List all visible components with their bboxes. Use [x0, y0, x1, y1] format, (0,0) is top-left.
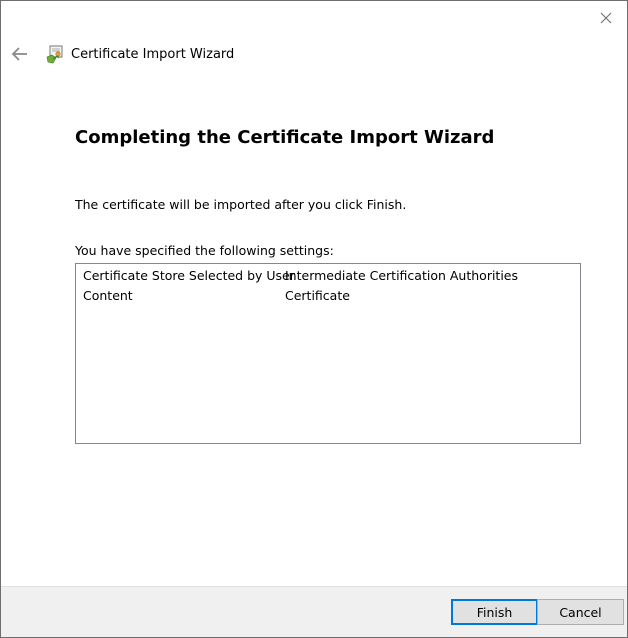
- settings-value: Certificate: [285, 288, 350, 303]
- back-button[interactable]: [7, 41, 33, 67]
- back-arrow-icon: [11, 47, 27, 61]
- settings-key: Certificate Store Selected by User: [83, 268, 295, 283]
- certificate-import-wizard-window: Certificate Import Wizard Completing the…: [0, 0, 628, 638]
- footer-bar: Finish Cancel: [1, 586, 627, 637]
- window-title: Certificate Import Wizard: [71, 47, 235, 62]
- cancel-button[interactable]: Cancel: [537, 599, 624, 625]
- finish-button[interactable]: Finish: [451, 599, 538, 625]
- settings-key: Content: [83, 288, 133, 303]
- close-icon: [600, 12, 612, 24]
- settings-list[interactable]: Certificate Store Selected by User Inter…: [75, 263, 581, 444]
- page-heading: Completing the Certificate Import Wizard: [75, 127, 495, 148]
- certificate-icon: [46, 45, 63, 64]
- settings-value: Intermediate Certification Authorities: [285, 268, 519, 283]
- close-button[interactable]: [591, 5, 621, 31]
- settings-label: You have specified the following setting…: [75, 243, 334, 258]
- info-text: The certificate will be imported after y…: [75, 197, 407, 212]
